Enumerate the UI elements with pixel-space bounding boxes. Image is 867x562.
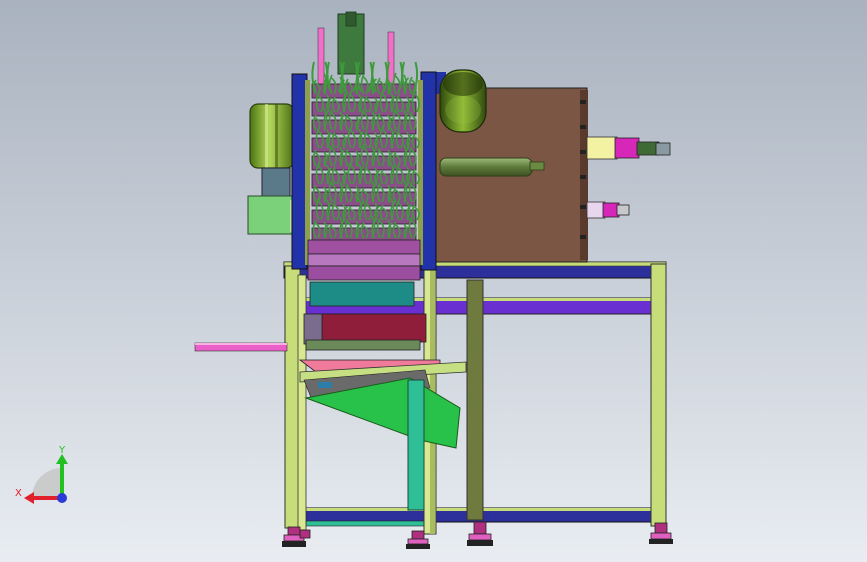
cad-viewport[interactable]: Y X bbox=[0, 0, 867, 562]
y-axis-label: Y bbox=[58, 445, 66, 456]
seedling-conveyor[interactable] bbox=[311, 61, 420, 243]
feeding-section[interactable] bbox=[303, 239, 427, 351]
machine-assembly-view[interactable]: Y X bbox=[0, 0, 867, 562]
drive-shaft bbox=[439, 157, 545, 177]
x-axis-label: X bbox=[15, 488, 22, 499]
outlet-rod bbox=[194, 342, 288, 352]
gear-motor-drum[interactable] bbox=[436, 69, 487, 133]
